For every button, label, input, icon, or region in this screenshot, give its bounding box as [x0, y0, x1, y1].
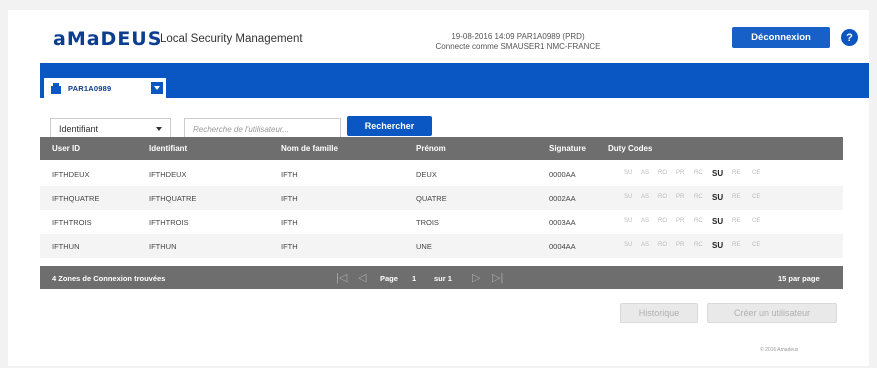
duty-code: SU — [712, 241, 724, 250]
page-of-label: sur 1 — [434, 274, 452, 283]
cell-nom: IFTH — [281, 194, 298, 203]
column-header-identifiant[interactable]: Identifiant — [149, 144, 187, 153]
duty-code: SU — [624, 242, 633, 248]
duty-code: SU — [712, 193, 724, 202]
office-tab-label: PAR1A0989 — [68, 84, 112, 93]
duty-code: AS — [641, 170, 650, 176]
history-button[interactable]: Historique — [620, 303, 698, 323]
session-datetime-office: 19-08-2016 14:09 PAR1A0989 (PRD) — [451, 32, 585, 41]
duty-code: PR — [676, 242, 685, 248]
logout-button[interactable]: Déconnexion — [732, 27, 830, 48]
duty-code: RE — [732, 194, 741, 200]
session-info: 19-08-2016 14:09 PAR1A0989 (PRD) Connect… — [398, 32, 638, 52]
first-page-icon[interactable]: |◁ — [336, 271, 347, 284]
cell-signature: 0002AA — [549, 194, 576, 203]
amadeus-logo: aMaDEUS — [53, 28, 163, 50]
duty-code: PR — [676, 194, 685, 200]
duty-code: PR — [676, 170, 685, 176]
duty-code: RC — [694, 218, 703, 224]
table-row[interactable]: IFTHUN IFTHUN IFTH UNE 0004AA SU AS RO PR RC SU RE C… — [40, 234, 843, 258]
chevron-down-icon[interactable] — [151, 82, 163, 94]
search-input[interactable]: Recherche de l'utilisateur... — [184, 118, 341, 139]
building-icon — [50, 83, 62, 94]
duty-code: PR — [676, 218, 685, 224]
last-page-icon[interactable]: ▷| — [492, 271, 503, 284]
duty-code: AS — [641, 194, 650, 200]
duty-code: CE — [752, 218, 761, 224]
table-row[interactable]: IFTHTROIS IFTHTROIS IFTH TROIS 0003AA SU AS RO P… — [40, 210, 843, 234]
cell-identifiant: IFTHQUATRE — [149, 194, 197, 203]
search-field-select[interactable]: Identifiant — [50, 118, 171, 139]
cell-signature: 0003AA — [549, 218, 576, 227]
table-row[interactable]: IFTHQUATRE IFTHQUATRE IFTH QUATRE 0002AA SU AS… — [40, 186, 843, 210]
cell-signature: 0000AA — [549, 170, 576, 179]
column-header-signature[interactable]: Signature — [549, 144, 586, 153]
cell-prenom: DEUX — [416, 170, 437, 179]
session-user: Connecte comme SMAUSER1 NMC-FRANCE — [435, 42, 601, 51]
cell-user-id: IFTHDEUX — [52, 170, 90, 179]
duty-code: RO — [658, 170, 667, 176]
duty-code: SU — [712, 217, 724, 226]
duty-code: CE — [752, 194, 761, 200]
search-button[interactable]: Rechercher — [347, 116, 432, 136]
cell-prenom: TROIS — [416, 218, 439, 227]
cell-nom: IFTH — [281, 218, 298, 227]
duty-code: SU — [624, 218, 633, 224]
cell-nom: IFTH — [281, 170, 298, 179]
column-header-user-id[interactable]: User ID — [52, 144, 80, 153]
cell-prenom: UNE — [416, 242, 432, 251]
duty-code: SU — [712, 169, 724, 178]
duty-code: RC — [694, 194, 703, 200]
column-header-nom[interactable]: Nom de famille — [281, 144, 338, 153]
cell-nom: IFTH — [281, 242, 298, 251]
cell-identifiant: IFTHUN — [149, 242, 177, 251]
copyright: © 2016 Amadeus — [760, 347, 799, 353]
create-user-button[interactable]: Créer un utilisateur — [707, 303, 837, 323]
duty-code: RE — [732, 242, 741, 248]
search-input-placeholder: Recherche de l'utilisateur... — [193, 125, 289, 134]
cell-prenom: QUATRE — [416, 194, 447, 203]
duty-code: RO — [658, 194, 667, 200]
page-number[interactable]: 1 — [412, 274, 416, 283]
results-count: 4 Zones de Connexion trouvées — [52, 274, 166, 283]
duty-code: RC — [694, 170, 703, 176]
page-label: Page — [380, 274, 398, 283]
column-header-duty-codes: Duty Codes — [608, 144, 653, 153]
duty-code: RE — [732, 170, 741, 176]
column-header-prenom[interactable]: Prénom — [416, 144, 446, 153]
next-page-icon[interactable]: ▷ — [472, 271, 480, 284]
pager: 4 Zones de Connexion trouvées |◁ ◁ Page … — [40, 266, 843, 289]
cell-identifiant: IFTHTROIS — [149, 218, 189, 227]
table-row[interactable]: IFTHDEUX IFTHDEUX IFTH DEUX 0000AA SU AS RO PR RC… — [40, 162, 843, 186]
duty-code: SU — [624, 194, 633, 200]
duty-code: RE — [732, 218, 741, 224]
duty-code: AS — [641, 218, 650, 224]
cell-identifiant: IFTHDEUX — [149, 170, 187, 179]
per-page-selector[interactable]: 15 par page — [778, 274, 820, 283]
caret-down-icon — [156, 127, 162, 131]
duty-code: CE — [752, 170, 761, 176]
app-title: Local Security Management — [160, 33, 303, 45]
duty-code: AS — [641, 242, 650, 248]
duty-code: CE — [752, 242, 761, 248]
prev-page-icon[interactable]: ◁ — [358, 271, 366, 284]
office-tab[interactable]: PAR1A0989 — [44, 78, 166, 99]
cell-user-id: IFTHUN — [52, 242, 80, 251]
cell-user-id: IFTHQUATRE — [52, 194, 100, 203]
search-field-select-value: Identifiant — [59, 124, 99, 134]
cell-user-id: IFTHTROIS — [52, 218, 92, 227]
duty-code: RO — [658, 242, 667, 248]
duty-code: SU — [624, 170, 633, 176]
duty-code: RC — [694, 242, 703, 248]
help-icon[interactable]: ? — [841, 29, 858, 46]
table-header: User ID Identifiant Nom de famille Préno… — [40, 137, 843, 160]
duty-code: RO — [658, 218, 667, 224]
cell-signature: 0004AA — [549, 242, 576, 251]
